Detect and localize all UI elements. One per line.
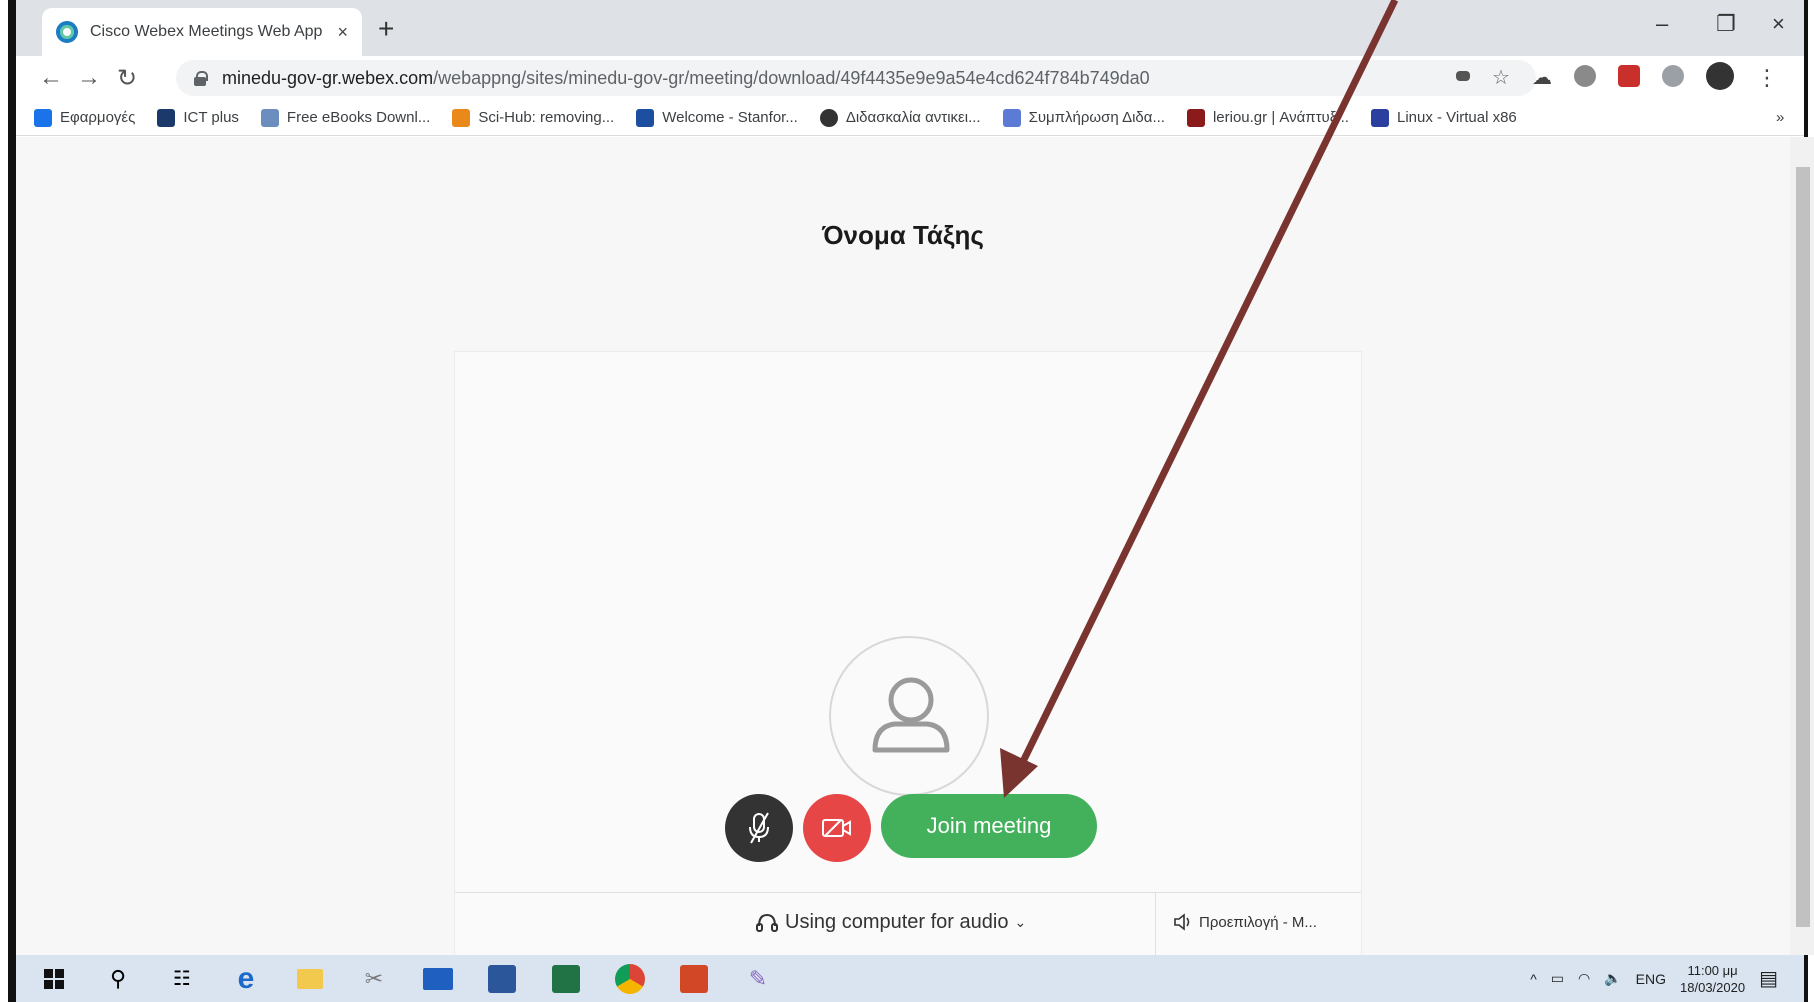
page-scrollbar[interactable] <box>1790 137 1814 955</box>
audio-connection-select[interactable]: Using computer for audio ⌄ <box>755 911 1026 934</box>
wordpress-icon[interactable] <box>1573 65 1596 87</box>
bookmark-item[interactable]: Linux - Virtual x86 <box>1370 108 1517 127</box>
back-arrow-icon[interactable]: ← <box>32 64 70 92</box>
speaker-select[interactable]: Προεπιλογή - Μ... <box>1173 913 1317 931</box>
scrollbar-thumb[interactable] <box>1796 167 1810 927</box>
footer-divider <box>1155 893 1156 957</box>
volume-icon[interactable]: 🔈 <box>1604 970 1621 987</box>
close-window-button[interactable]: × <box>1772 11 1785 37</box>
system-tray: ^ ▭ ◠ 🔈 ENG 11:00 μμ 18/03/2020 ▤ <box>1530 955 1778 1002</box>
avatar <box>829 636 989 796</box>
preview-card: Join meeting Using computer for audio ⌄ <box>454 351 1362 957</box>
join-meeting-button[interactable]: Join meeting <box>881 794 1097 858</box>
url-host: minedu-gov-gr.webex.com <box>222 67 434 88</box>
infinity-icon <box>636 108 655 127</box>
clock-date: 18/03/2020 <box>1680 979 1746 995</box>
bookmark-item[interactable]: Διδασκαλία αντικει... <box>819 108 981 127</box>
clock[interactable]: 11:00 μμ 18/03/2020 <box>1680 962 1745 996</box>
bookmark-item[interactable]: ICT plus <box>157 108 239 127</box>
chevron-up-icon[interactable]: ^ <box>1530 971 1537 987</box>
windows-start-icon[interactable] <box>32 959 76 999</box>
bookmark-item[interactable]: Εφαρμογές <box>34 108 135 127</box>
bookmark-item[interactable]: Welcome - Stanfor... <box>636 108 798 127</box>
speaker-icon <box>1174 913 1190 931</box>
tab-title: Cisco Webex Meetings Web App <box>90 23 323 40</box>
file-explorer-icon[interactable] <box>288 959 332 999</box>
menu-kebab-icon[interactable]: ⋮ <box>1756 65 1778 90</box>
excel-icon[interactable] <box>544 959 588 999</box>
browser-tab-strip: Cisco Webex Meetings Web App × + – ❐ × <box>16 0 1804 56</box>
word-icon[interactable] <box>480 959 524 999</box>
search-icon[interactable]: ⚲ <box>96 959 140 999</box>
bookmark-item[interactable]: Συμπλήρωση Διδα... <box>1002 108 1165 127</box>
pdf-icon[interactable] <box>1617 65 1640 87</box>
audio-settings-bar: Using computer for audio ⌄ Προεπιλογή - … <box>455 892 1361 957</box>
extension-icons: ☆ ☁ ⋮ <box>1456 62 1778 90</box>
snipping-tool-icon[interactable]: ✂ <box>352 959 396 999</box>
camera-icon[interactable] <box>1456 71 1470 81</box>
tab-webex[interactable]: Cisco Webex Meetings Web App × <box>42 8 362 56</box>
linux-icon <box>1370 108 1389 127</box>
monitor-icon <box>1186 108 1205 127</box>
bookmarks-overflow-icon[interactable]: » <box>1776 109 1784 126</box>
webex-page: Όνομα Τάξης Join meeting Using computer … <box>16 137 1790 957</box>
ict-logo-icon <box>157 108 176 127</box>
tab-close-icon[interactable]: × <box>337 22 348 43</box>
extension-icon[interactable] <box>1661 65 1684 87</box>
powerpoint-icon[interactable] <box>672 959 716 999</box>
microphone-muted-icon <box>749 812 769 844</box>
audio-option-label: Using computer for audio <box>785 911 1009 933</box>
globe-icon <box>819 108 838 127</box>
url-path: /webappng/sites/minedu-gov-gr/meeting/do… <box>433 67 1150 88</box>
headset-icon <box>756 913 778 932</box>
clock-time: 11:00 μμ <box>1687 962 1738 978</box>
lock-icon <box>194 71 208 86</box>
cloud-icon[interactable]: ☁ <box>1532 65 1552 89</box>
profile-avatar-icon[interactable] <box>1705 62 1734 90</box>
paint-icon[interactable]: ✎ <box>736 959 780 999</box>
bookmark-item[interactable]: Sci-Hub: removing... <box>452 108 614 127</box>
user-silhouette-icon <box>872 677 950 753</box>
edge-browser-icon[interactable]: e <box>224 959 268 999</box>
restore-button[interactable]: ❐ <box>1716 11 1736 37</box>
new-tab-button[interactable]: + <box>378 13 394 45</box>
language-indicator[interactable]: ENG <box>1636 971 1666 987</box>
webex-favicon-icon <box>56 21 78 43</box>
page-title: Όνομα Τάξης <box>822 220 984 250</box>
star-icon[interactable]: ☆ <box>1492 65 1510 89</box>
mute-button[interactable] <box>725 794 793 862</box>
forward-arrow-icon[interactable]: → <box>70 64 108 92</box>
notifications-icon[interactable]: ▤ <box>1759 966 1778 991</box>
minimize-button[interactable]: – <box>1656 11 1668 37</box>
wifi-icon[interactable]: ◠ <box>1578 970 1590 987</box>
bookmarks-bar: Εφαρμογές ICT plus Free eBooks Downl... … <box>16 100 1804 136</box>
form-icon <box>1002 108 1021 127</box>
chevron-down-icon: ⌄ <box>1014 914 1027 930</box>
chrome-icon[interactable] <box>608 959 652 999</box>
address-bar[interactable]: minedu-gov-gr.webex.com /webappng/sites/… <box>176 60 1536 96</box>
bookmark-item[interactable]: leriou.gr | Ανάπτυξ... <box>1186 108 1349 127</box>
scihub-icon <box>452 108 471 127</box>
video-button[interactable] <box>803 794 871 862</box>
task-view-icon[interactable]: ☷ <box>160 959 204 999</box>
video-off-icon <box>822 819 851 837</box>
apps-grid-icon <box>34 108 52 127</box>
meeting-controls: Join meeting <box>455 794 1361 862</box>
feather-icon <box>260 108 279 127</box>
screenshot-frame: Cisco Webex Meetings Web App × + – ❐ × ←… <box>8 0 1814 1002</box>
battery-icon[interactable]: ▭ <box>1551 970 1564 987</box>
reload-icon[interactable]: ↻ <box>108 64 146 93</box>
mail-icon[interactable] <box>416 959 460 999</box>
browser-toolbar: ← → ↻ minedu-gov-gr.webex.com /webappng/… <box>16 56 1804 100</box>
windows-taskbar: ⚲ ☷ e ✂ ✎ ^ ▭ ◠ 🔈 ENG 11:00 μμ 18/03/202… <box>16 955 1804 1002</box>
speaker-option-label: Προεπιλογή - Μ... <box>1199 913 1317 931</box>
bookmark-item[interactable]: Free eBooks Downl... <box>260 108 430 127</box>
